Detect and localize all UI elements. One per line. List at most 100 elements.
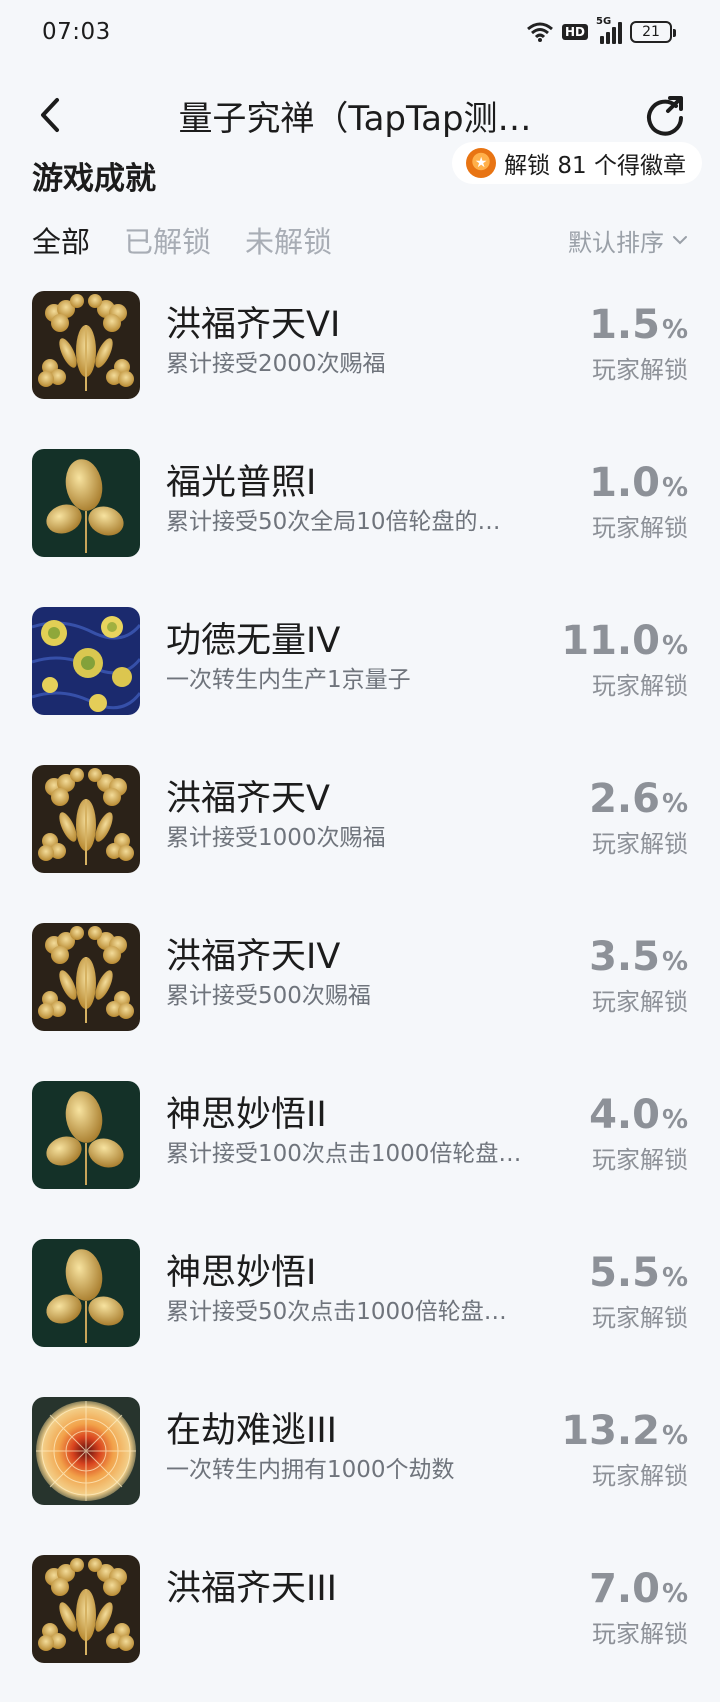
badge-unlock-pill[interactable]: ★ 解锁 81 个得徽章: [452, 142, 702, 184]
clover-icon: [32, 1555, 140, 1663]
leaf-icon: [32, 1081, 140, 1189]
hd-icon: HD: [561, 24, 588, 40]
percent-sign: %: [661, 473, 688, 503]
unlock-percent-value: 13.2: [561, 1408, 660, 1454]
percent-sign: %: [661, 315, 688, 345]
achievement-desc: 一次转生内生产1京量子: [166, 667, 411, 693]
section-title: 游戏成就: [32, 160, 156, 197]
wifi-icon: [527, 22, 553, 42]
unlock-rate-label: 玩家解锁: [592, 1462, 688, 1490]
clover-icon: [32, 923, 140, 1031]
achievement-desc: 累计接受500次赐福: [166, 983, 371, 1009]
unlock-rate: 3.5% 玩家解锁: [558, 923, 688, 1020]
share-button[interactable]: [640, 90, 690, 140]
achievement-name: 功德无量IV: [166, 621, 341, 661]
achievement-info: 洪福齐天VI 累计接受2000次赐福: [166, 291, 558, 381]
percent-sign: %: [661, 789, 688, 819]
achievement-list: 洪福齐天VI 累计接受2000次赐福 1.5% 玩家解锁 福光普照I 累计接受50次全局…: [0, 280, 720, 1702]
achievement-item[interactable]: 洪福齐天IV 累计接受500次赐福 3.5% 玩家解锁: [0, 912, 720, 1070]
achievement-item[interactable]: 神思妙悟II 累计接受100次点击1000倍轮盘… 4.0% 玩家解锁: [0, 1070, 720, 1228]
filter-tabs: 全部 已解锁 未解锁 默认排序: [0, 212, 720, 268]
achievement-desc: 累计接受100次点击1000倍轮盘…: [166, 1141, 522, 1167]
achievement-item[interactable]: 洪福齐天VI 累计接受2000次赐福 1.5% 玩家解锁: [0, 280, 720, 438]
network-type: 5G: [596, 16, 612, 27]
achievement-desc: 一次转生内拥有1000个劫数: [166, 1457, 455, 1483]
unlock-rate-label: 玩家解锁: [592, 514, 688, 542]
percent-sign: %: [661, 1579, 688, 1609]
unlock-rate-label: 玩家解锁: [592, 1146, 688, 1174]
achievement-info: 洪福齐天III: [166, 1555, 558, 1611]
percent-sign: %: [661, 1421, 688, 1451]
unlock-rate-label: 玩家解锁: [592, 356, 688, 384]
unlock-rate-label: 玩家解锁: [592, 1304, 688, 1332]
achievement-info: 洪福齐天V 累计接受1000次赐福: [166, 765, 558, 855]
sort-label: 默认排序: [568, 228, 664, 257]
achievement-item[interactable]: 福光普照I 累计接受50次全局10倍轮盘的… 1.0% 玩家解锁: [0, 438, 720, 596]
achievement-item[interactable]: 在劫难逃III 一次转生内拥有1000个劫数 13.2% 玩家解锁: [0, 1386, 720, 1544]
achievement-item[interactable]: 功德无量IV 一次转生内生产1京量子 11.0% 玩家解锁: [0, 596, 720, 754]
clover-icon: [32, 765, 140, 873]
unlock-rate: 2.6% 玩家解锁: [558, 765, 688, 862]
badge-text: 解锁 81 个得徽章: [504, 153, 686, 179]
achievement-name: 福光普照I: [166, 463, 317, 503]
unlock-percent: 1.5%: [558, 303, 688, 352]
achievement-info: 功德无量IV 一次转生内生产1京量子: [166, 607, 558, 697]
unlock-percent: 3.5%: [558, 935, 688, 984]
unlock-percent: 7.0%: [558, 1567, 688, 1616]
unlock-percent-value: 5.5: [589, 1250, 660, 1296]
achievement-desc: 累计接受1000次赐福: [166, 825, 386, 851]
back-button[interactable]: [30, 90, 70, 140]
unlock-percent: 1.0%: [558, 461, 688, 510]
tab-locked[interactable]: 未解锁: [245, 219, 332, 261]
achievement-item[interactable]: 神思妙悟I 累计接受50次点击1000倍轮盘… 5.5% 玩家解锁: [0, 1228, 720, 1386]
achievement-item[interactable]: 洪福齐天III 7.0% 玩家解锁: [0, 1544, 720, 1702]
battery-icon: 21: [630, 21, 676, 43]
achievement-name: 洪福齐天V: [166, 779, 330, 819]
unlock-rate: 13.2% 玩家解锁: [558, 1397, 688, 1494]
unlock-percent-value: 4.0: [589, 1092, 660, 1138]
achievement-info: 在劫难逃III 一次转生内拥有1000个劫数: [166, 1397, 558, 1487]
achievement-info: 洪福齐天IV 累计接受500次赐福: [166, 923, 558, 1013]
mandala-icon: [32, 1397, 140, 1505]
signal-icon: 5G: [596, 16, 622, 44]
unlock-percent-value: 2.6: [589, 776, 660, 822]
achievement-name: 神思妙悟I: [166, 1253, 317, 1293]
chevron-down-icon: [673, 236, 687, 245]
percent-sign: %: [661, 947, 688, 977]
clover-icon: [32, 291, 140, 399]
share-icon: [647, 96, 683, 136]
unlock-percent-value: 1.0: [589, 460, 660, 506]
unlock-rate-label: 玩家解锁: [592, 672, 688, 700]
chevron-left-icon: [41, 98, 59, 132]
achievement-name: 洪福齐天VI: [166, 305, 341, 345]
status-bar: 07:03 HD 5G 21: [0, 0, 720, 64]
badge-avatar-icon: ★: [466, 148, 497, 178]
battery-level: 21: [642, 24, 660, 40]
unlock-percent-value: 3.5: [589, 934, 660, 980]
unlock-percent: 4.0%: [558, 1093, 688, 1142]
unlock-percent: 2.6%: [558, 777, 688, 826]
achievement-desc: 累计接受50次全局10倍轮盘的…: [166, 509, 501, 535]
sort-dropdown[interactable]: 默认排序: [568, 223, 688, 258]
starry-night-icon: [32, 607, 140, 715]
unlock-rate: 1.0% 玩家解锁: [558, 449, 688, 546]
unlock-percent-value: 7.0: [589, 1566, 660, 1612]
unlock-percent: 13.2%: [558, 1409, 688, 1458]
achievement-name: 洪福齐天IV: [166, 937, 341, 977]
tab-unlocked[interactable]: 已解锁: [124, 219, 211, 261]
unlock-percent-value: 11.0: [561, 618, 660, 664]
status-time: 07:03: [42, 19, 111, 45]
achievement-item[interactable]: 洪福齐天V 累计接受1000次赐福 2.6% 玩家解锁: [0, 754, 720, 912]
achievement-info: 神思妙悟I 累计接受50次点击1000倍轮盘…: [166, 1239, 558, 1329]
unlock-rate: 4.0% 玩家解锁: [558, 1081, 688, 1178]
leaf-icon: [32, 449, 140, 557]
percent-sign: %: [661, 631, 688, 661]
unlock-percent-value: 1.5: [589, 302, 660, 348]
unlock-rate-label: 玩家解锁: [592, 988, 688, 1016]
achievement-info: 福光普照I 累计接受50次全局10倍轮盘的…: [166, 449, 558, 539]
unlock-rate: 7.0% 玩家解锁: [558, 1555, 688, 1652]
tab-all[interactable]: 全部: [32, 219, 90, 261]
achievement-desc: 累计接受2000次赐福: [166, 351, 386, 377]
header: 量子究禅（TapTap测…: [0, 80, 720, 150]
achievement-name: 神思妙悟II: [166, 1095, 327, 1135]
